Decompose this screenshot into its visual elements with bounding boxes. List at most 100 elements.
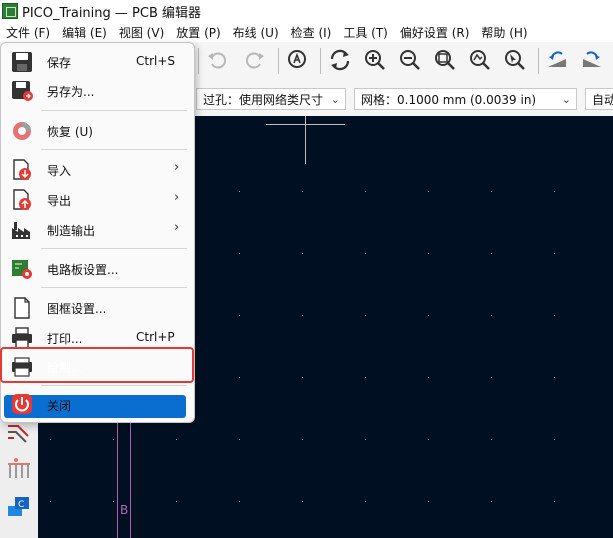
layer-label: B [120, 503, 129, 517]
grid-dot [365, 315, 366, 316]
grid-dot [50, 439, 51, 440]
menu-place[interactable]: 放置 (P) [170, 24, 226, 41]
grid-dot [491, 377, 492, 378]
refresh-icon[interactable] [326, 46, 354, 74]
factory-icon [12, 222, 30, 239]
annotation-highlight-box [0, 347, 194, 383]
page-setup-icon [14, 297, 30, 319]
grid-dot [491, 191, 492, 192]
grid-dot [491, 315, 492, 316]
menu-item-save-as[interactable]: 另存为... [2, 76, 193, 104]
grid-dot [428, 377, 429, 378]
import-icon [13, 159, 31, 180]
zoom-selection-icon[interactable] [501, 46, 529, 74]
zoom-fit-icon[interactable] [431, 46, 459, 74]
grid-dot [239, 439, 240, 440]
menu-help[interactable]: 帮助 (H) [475, 24, 533, 41]
menu-bar: 文件 (F) 编辑 (E) 视图 (V) 放置 (P) 布线 (U) 检查 (I… [0, 22, 613, 42]
board-setup-icon [12, 260, 32, 279]
search-icon[interactable] [283, 46, 311, 74]
menu-separator [41, 110, 187, 111]
board-outline-left [117, 421, 118, 538]
undo-icon[interactable] [203, 46, 231, 74]
flip-icon[interactable] [543, 46, 571, 74]
menu-item-board-setup[interactable]: 电路板设置... [2, 254, 193, 282]
menu-view[interactable]: 视图 (V) [113, 24, 170, 41]
redo-icon[interactable] [241, 46, 269, 74]
grid-dot [239, 253, 240, 254]
zoom-select[interactable]: 自动 [585, 88, 613, 110]
chevron-down-icon: ⌄ [330, 93, 340, 106]
grid-dot [491, 439, 492, 440]
menu-item-revert[interactable]: 恢复 (U) [2, 116, 193, 144]
grid-dot [113, 439, 114, 440]
grid-dot [302, 315, 303, 316]
menu-file[interactable]: 文件 (F) [0, 24, 56, 41]
grid-dot [365, 439, 366, 440]
grid-dot [554, 377, 555, 378]
grid-dot [554, 315, 555, 316]
export-icon [13, 189, 31, 210]
save-as-icon [12, 81, 33, 101]
fanout-icon[interactable] [6, 456, 32, 480]
menu-separator [41, 149, 187, 150]
grid-dot [491, 501, 492, 502]
toolbar-separator [198, 48, 199, 74]
rotate-icon[interactable] [578, 46, 606, 74]
track-pattern-icon[interactable] [6, 422, 32, 444]
grid-dot [554, 253, 555, 254]
menu-edit[interactable]: 编辑 (E) [56, 24, 113, 41]
menu-tools[interactable]: 工具 (T) [337, 24, 394, 41]
window-title: PICO_Training — PCB 编辑器 [22, 5, 202, 21]
menu-item-page-setup[interactable]: 图框设置... [2, 293, 193, 321]
zoom-value: 自动 [592, 92, 613, 107]
title-bar: PICO_Training — PCB 编辑器 [0, 0, 613, 22]
toolbar-separator [320, 48, 321, 74]
grid-dot [428, 439, 429, 440]
zone-icon[interactable]: C [6, 494, 32, 518]
grid-dot [365, 191, 366, 192]
grid-dot [113, 501, 114, 502]
grid-dot [302, 253, 303, 254]
grid-dot [554, 439, 555, 440]
power-icon [12, 394, 32, 414]
grid-dot [176, 439, 177, 440]
menu-item-close[interactable]: 关闭 [2, 390, 193, 418]
board-outline-right [130, 421, 131, 538]
via-size-select[interactable]: 过孔：使用网络类尺寸 ⌄ [196, 88, 346, 110]
zoom-out-icon[interactable] [396, 46, 424, 74]
menu-item-fabrication[interactable]: 制造输出 › [2, 215, 193, 243]
chevron-right-icon: › [174, 160, 180, 175]
menu-inspect[interactable]: 检查 (I) [285, 24, 338, 41]
grid-dot [365, 253, 366, 254]
zoom-objects-icon[interactable] [466, 46, 494, 74]
menu-item-import[interactable]: 导入 › [2, 155, 193, 183]
menu-item-export[interactable]: 导出 › [2, 185, 193, 213]
grid-dot [365, 377, 366, 378]
grid-value: 网格：0.1000 mm (0.0039 in) [361, 92, 537, 107]
menu-route[interactable]: 布线 (U) [227, 24, 285, 41]
print-icon [12, 327, 32, 349]
grid-dot [302, 191, 303, 192]
grid-dot [239, 501, 240, 502]
grid-dot [554, 191, 555, 192]
grid-dot [239, 377, 240, 378]
zoom-in-icon[interactable] [361, 46, 389, 74]
menu-preferences[interactable]: 偏好设置 (R) [394, 24, 476, 41]
grid-dot [239, 315, 240, 316]
kicad-pcb-icon [2, 3, 18, 19]
via-size-value: 过孔：使用网络类尺寸 [203, 92, 324, 107]
grid-dot [428, 191, 429, 192]
grid-dot [50, 501, 51, 502]
grid-dot [428, 253, 429, 254]
grid-select[interactable]: 网格：0.1000 mm (0.0039 in) ⌄ [354, 88, 577, 110]
menu-item-save[interactable]: 保存 Ctrl+S [2, 47, 193, 75]
grid-dot [428, 315, 429, 316]
grid-dot [491, 253, 492, 254]
menu-separator [41, 248, 187, 249]
grid-dot [302, 377, 303, 378]
toolbar-separator [538, 48, 539, 74]
grid-dot [365, 501, 366, 502]
grid-dot [302, 439, 303, 440]
grid-dot [428, 501, 429, 502]
